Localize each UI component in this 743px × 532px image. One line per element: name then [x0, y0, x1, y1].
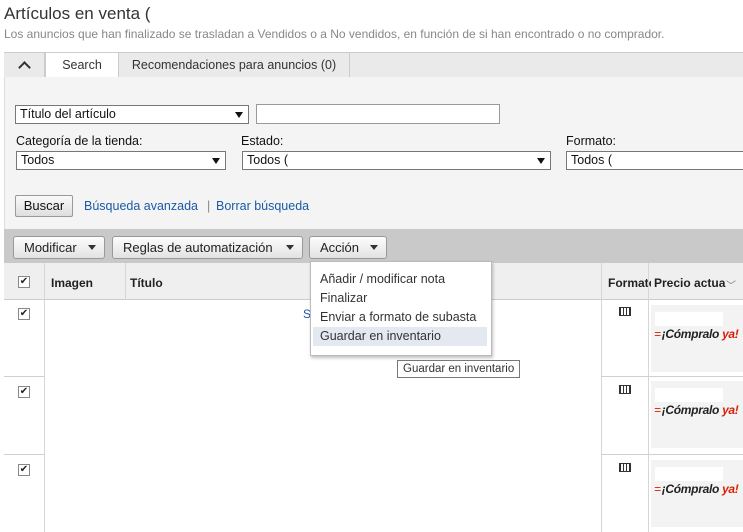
row-checkbox[interactable] — [18, 464, 30, 476]
status-select[interactable]: Todos ( — [242, 151, 551, 170]
buy-it-now-badge: =¡Cómpralo ya! — [654, 327, 739, 341]
column-header-format[interactable]: Formato — [608, 263, 651, 299]
modify-button[interactable]: Modificar — [13, 236, 105, 259]
format-select[interactable]: Todos ( — [566, 151, 743, 170]
category-select[interactable]: Todos — [16, 151, 226, 170]
modify-button-label: Modificar — [24, 240, 77, 255]
buy-it-now-format-icon — [619, 307, 631, 316]
column-header-price[interactable]: Precio actual — [654, 263, 726, 299]
price-cell: =¡Cómpralo ya! — [651, 460, 743, 527]
row-checkbox[interactable] — [18, 386, 30, 398]
menu-item-send-to-auction[interactable]: Enviar a formato de subasta — [313, 308, 487, 327]
buy-it-now-format-icon — [619, 463, 631, 472]
category-label: Categoría de la tienda: — [16, 134, 143, 148]
tab-search[interactable]: Search — [45, 53, 119, 79]
action-toolbar: Modificar Reglas de automatización Acció… — [4, 229, 743, 263]
buy-it-now-badge: =¡Cómpralo ya! — [654, 403, 739, 417]
sort-chevron-icon[interactable]: ﹀ — [726, 277, 736, 292]
chevron-up-icon — [17, 61, 31, 74]
action-button-label: Acción — [320, 240, 360, 255]
caret-down-icon — [286, 245, 294, 250]
category-select-value: Todos — [21, 153, 55, 167]
buy-it-now-format-icon — [619, 385, 631, 394]
action-button[interactable]: Acción — [309, 236, 387, 259]
search-field-select[interactable]: Título del artículo — [15, 105, 249, 124]
clear-search-link[interactable]: Borrar búsqueda — [216, 199, 309, 213]
menu-item-end-listing[interactable]: Finalizar — [313, 289, 487, 308]
format-select-value: Todos ( — [571, 153, 612, 167]
row-checkbox[interactable] — [18, 308, 30, 320]
buy-it-now-badge: =¡Cómpralo ya! — [654, 482, 739, 496]
tab-bar: Search Recomendaciones para anuncios (0) — [4, 52, 743, 79]
dropdown-arrow-icon — [235, 112, 243, 118]
collapse-button[interactable] — [4, 53, 45, 78]
search-button[interactable]: Buscar — [15, 195, 73, 217]
dropdown-arrow-icon — [537, 158, 545, 164]
price-cell: =¡Cómpralo ya! — [651, 381, 743, 448]
price-cell: =¡Cómpralo ya! — [651, 305, 743, 372]
status-select-value: Todos ( — [247, 153, 288, 167]
search-field-select-value: Título del artículo — [20, 107, 116, 121]
caret-down-icon — [370, 245, 378, 250]
menu-item-save-to-inventory[interactable]: Guardar en inventario — [313, 327, 487, 346]
tooltip: Guardar en inventario — [397, 360, 521, 378]
format-label: Formato: — [566, 134, 617, 148]
tab-recommendations[interactable]: Recomendaciones para anuncios (0) — [119, 53, 350, 78]
select-all-checkbox[interactable] — [18, 276, 30, 288]
menu-item-add-edit-note[interactable]: Añadir / modificar nota — [313, 270, 487, 289]
search-input[interactable] — [256, 104, 500, 124]
search-filter-panel: Título del artículo Categoría de la tien… — [4, 77, 743, 229]
page-title: Artículos en venta ( — [4, 4, 151, 23]
column-header-image: Imagen — [51, 276, 94, 290]
status-label: Estado: — [241, 134, 284, 148]
dropdown-arrow-icon — [212, 158, 220, 164]
caret-down-icon — [88, 245, 96, 250]
page-subtitle: Los anuncios que han finalizado se trasl… — [4, 27, 665, 41]
link-separator: | — [207, 199, 211, 213]
advanced-search-link[interactable]: Búsqueda avanzada — [84, 199, 198, 213]
action-dropdown-menu: Añadir / modificar nota Finalizar Enviar… — [310, 261, 492, 356]
automation-rules-button-label: Reglas de automatización — [123, 240, 273, 255]
automation-rules-button[interactable]: Reglas de automatización — [112, 236, 303, 259]
